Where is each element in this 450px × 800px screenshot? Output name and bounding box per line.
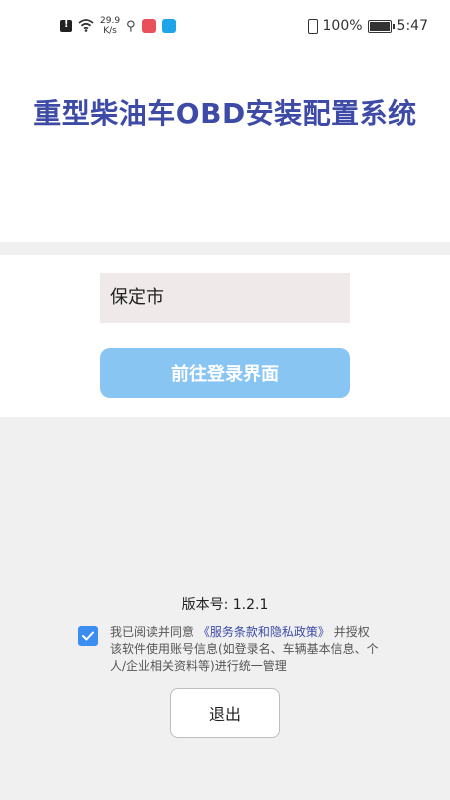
- battery-percent: 100%: [322, 18, 363, 34]
- wifi-icon: [78, 17, 94, 36]
- app-icon-blue: [161, 19, 176, 33]
- city-field[interactable]: 保定市: [100, 273, 350, 323]
- status-bar: 29.9 K/s ⚲ 100% 5:47: [0, 0, 450, 56]
- page-title: 重型柴油车OBD安装配置系统: [33, 97, 417, 130]
- app-icon-red: [141, 19, 156, 33]
- net-speed-unit: K/s: [103, 26, 117, 36]
- net-speed: 29.9 K/s: [100, 16, 120, 36]
- battery-icon: [367, 19, 395, 33]
- clock: 5:47: [396, 18, 428, 34]
- exit-button[interactable]: 退出: [170, 688, 280, 738]
- agreement-text: 我已阅读并同意 《服务条款和隐私政策》 并授权该软件使用账号信息(如登录名、车辆…: [110, 624, 380, 675]
- agree-prefix: 我已阅读并同意: [110, 625, 195, 639]
- check-icon: [82, 631, 94, 641]
- net-speed-value: 29.9: [100, 16, 121, 26]
- usb-icon: ⚲: [126, 18, 136, 34]
- status-right: 100% 5:47: [307, 18, 428, 34]
- agree-checkbox[interactable]: [78, 626, 98, 646]
- version-value: 1.2.1: [232, 597, 269, 613]
- alert-icon: [60, 19, 72, 32]
- status-left: 29.9 K/s ⚲: [60, 16, 176, 36]
- header: [0, 56, 450, 242]
- login-form: 保定市 前往登录界面: [0, 255, 450, 417]
- version-info: 版本号: 1.2.1: [0, 594, 450, 614]
- version-label: 版本号:: [181, 597, 229, 613]
- vibrate-icon: [307, 18, 318, 34]
- policy-link[interactable]: 《服务条款和隐私政策》: [198, 625, 330, 639]
- login-button[interactable]: 前往登录界面: [100, 348, 350, 398]
